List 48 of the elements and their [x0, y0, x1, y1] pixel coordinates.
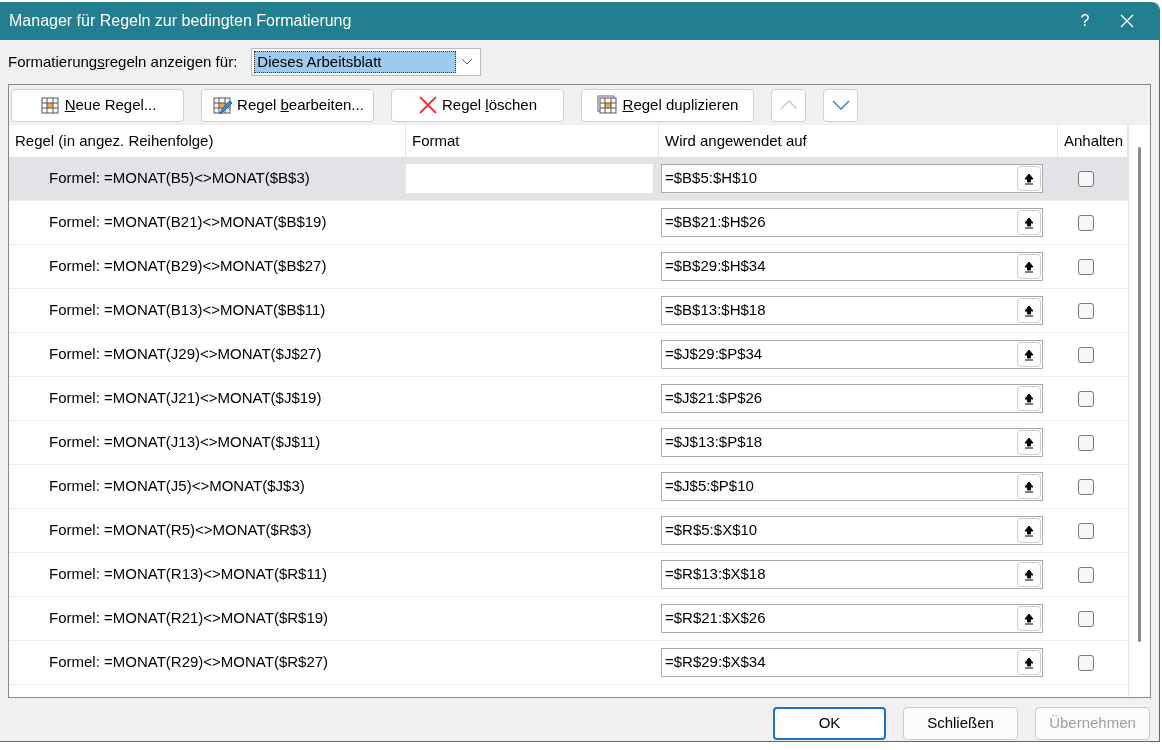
- range-field[interactable]: =$B$13:$H$18: [661, 296, 1043, 325]
- scope-dropdown[interactable]: Dieses Arbeitsblatt: [251, 48, 482, 76]
- window-title: Manager für Regeln zur bedingten Formatierung: [9, 11, 353, 31]
- scope-label: Formatierungsregeln anzeigen für:: [8, 51, 238, 72]
- delete-rule-button[interactable]: Regel löschen: [391, 88, 564, 122]
- range-value: =$J$13:$P$18: [665, 432, 764, 453]
- rule-formula: Formel: =MONAT(J13)<>MONAT($J$11): [48, 432, 322, 453]
- rule-formula: Formel: =MONAT(B13)<>MONAT($B$11): [48, 300, 327, 321]
- rule-formula: Formel: =MONAT(R13)<>MONAT($R$11): [48, 564, 328, 585]
- range-field[interactable]: =$J$13:$P$18: [661, 428, 1043, 457]
- range-value: =$R$29:$X$34: [665, 652, 767, 673]
- range-value: =$R$5:$X$10: [665, 520, 759, 541]
- range-field[interactable]: =$J$29:$P$34: [661, 340, 1043, 369]
- range-value: =$R$21:$X$26: [665, 608, 767, 629]
- rule-formula: Formel: =MONAT(J29)<>MONAT($J$27): [48, 344, 323, 365]
- range-value: =$B$5:$H$10: [665, 168, 759, 189]
- range-field[interactable]: =$J$21:$P$26: [661, 384, 1043, 413]
- range-field[interactable]: =$R$29:$X$34: [661, 648, 1043, 677]
- range-field[interactable]: =$R$13:$X$18: [661, 560, 1043, 589]
- range-value: =$R$13:$X$18: [665, 564, 767, 585]
- range-value: =$B$21:$H$26: [665, 212, 767, 233]
- help-button[interactable]: ?: [1065, 9, 1105, 33]
- range-value: =$B$29:$H$34: [665, 256, 767, 277]
- new-rule-button[interactable]: Neue Regel...: [11, 88, 184, 122]
- rule-formula: Formel: =MONAT(B29)<>MONAT($B$27): [48, 256, 328, 277]
- range-field[interactable]: =$J$5:$P$10: [661, 472, 1043, 501]
- rule-formula: Formel: =MONAT(J21)<>MONAT($J$19): [48, 388, 323, 409]
- range-value: =$J$29:$P$34: [665, 344, 764, 365]
- range-field[interactable]: =$R$5:$X$10: [661, 516, 1043, 545]
- scope-value: Dieses Arbeitsblatt: [254, 51, 457, 73]
- edit-rule-button[interactable]: Regel bearbeiten...: [201, 88, 374, 122]
- range-value: =$B$13:$H$18: [665, 300, 767, 321]
- rule-formula: Formel: =MONAT(B21)<>MONAT($B$19): [48, 212, 328, 233]
- duplicate-rule-button[interactable]: Regel duplizieren: [581, 88, 754, 122]
- range-field[interactable]: =$R$21:$X$26: [661, 604, 1043, 633]
- range-field[interactable]: =$B$29:$H$34: [661, 252, 1043, 281]
- rule-formula: Formel: =MONAT(B5)<>MONAT($B$3): [48, 168, 311, 189]
- rule-row[interactable]: Formel: =MONAT(B5)<>MONAT($B$3) =$B$5:$H$10: [9, 157, 1128, 201]
- rule-formula: Formel: =MONAT(R21)<>MONAT($R$19): [48, 608, 330, 629]
- range-value: =$J$5:$P$10: [665, 476, 755, 497]
- rule-formula: Formel: =MONAT(J5)<>MONAT($J$3): [48, 476, 306, 497]
- rule-formula: Formel: =MONAT(R29)<>MONAT($R$27): [48, 652, 330, 673]
- dialog-button[interactable]: Schließen: [903, 707, 1018, 740]
- rule-formula: Formel: =MONAT(R5)<>MONAT($R$3): [48, 520, 313, 541]
- dialog-button[interactable]: OK: [773, 707, 886, 740]
- range-field[interactable]: =$B$21:$H$26: [661, 208, 1043, 237]
- range-field[interactable]: =$B$5:$H$10: [661, 164, 1043, 193]
- range-value: =$J$21:$P$26: [665, 388, 764, 409]
